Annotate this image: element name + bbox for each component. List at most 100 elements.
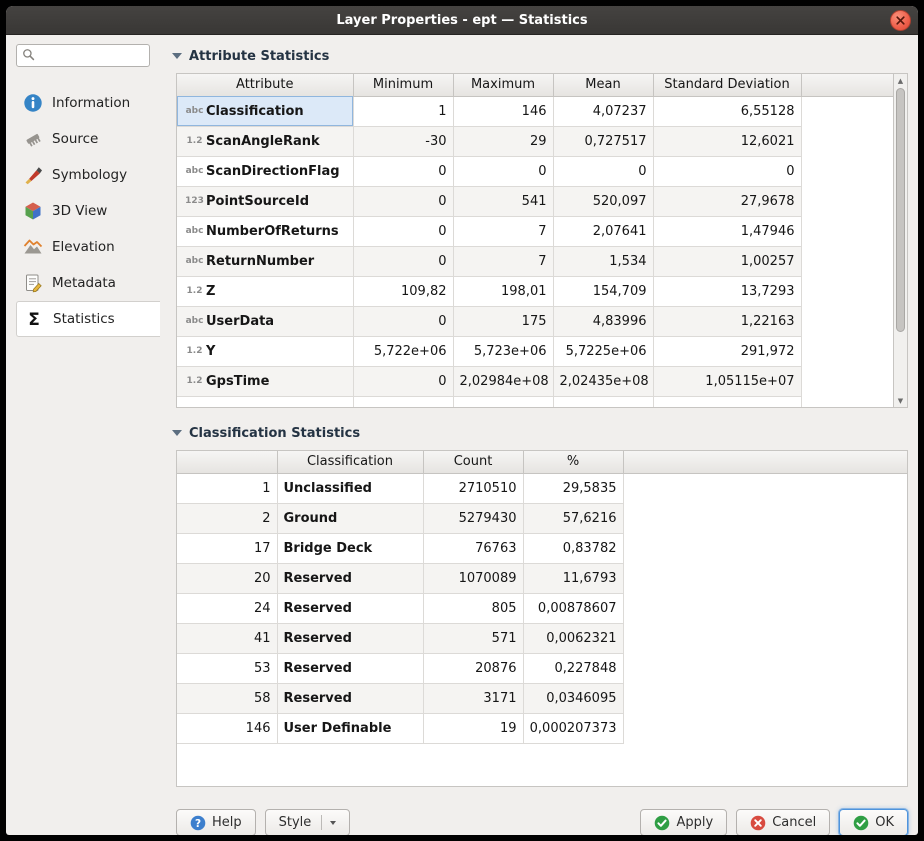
class-name-cell[interactable]: Ground (277, 503, 423, 533)
stat-value-cell[interactable]: 0 (353, 246, 453, 276)
stat-value-cell[interactable]: 1,47946 (653, 216, 801, 246)
stat-value-cell[interactable]: 2,07641 (553, 216, 653, 246)
stat-value-cell[interactable]: 1,22163 (653, 306, 801, 336)
cancel-button[interactable]: Cancel (736, 809, 830, 835)
stat-value-cell[interactable]: 0 (353, 156, 453, 186)
sidebar-item-metadata[interactable]: Metadata (16, 265, 160, 301)
class-percent-cell[interactable]: 57,6216 (523, 503, 623, 533)
stat-value-cell[interactable]: 7 (453, 216, 553, 246)
class-code-cell[interactable]: 20 (177, 563, 277, 593)
stat-value-cell[interactable]: 2,02984e+08 (453, 366, 553, 396)
stat-value-cell[interactable]: 5,7225e+06 (553, 336, 653, 366)
attribute-cell[interactable]: 1.2ScanAngleRank (177, 126, 353, 156)
stat-value-cell[interactable]: 5,722e+06 (353, 336, 453, 366)
class-name-cell[interactable]: User Definable (277, 713, 423, 743)
stat-value-cell[interactable]: 198,01 (453, 276, 553, 306)
stat-value-cell[interactable]: 7 (453, 246, 553, 276)
stat-value-cell[interactable]: 1,534 (553, 246, 653, 276)
class-code-cell[interactable]: 58 (177, 683, 277, 713)
stat-value-cell[interactable]: 0 (353, 306, 453, 336)
stat-value-cell[interactable]: 0 (353, 216, 453, 246)
stat-value-cell[interactable]: 175 (453, 306, 553, 336)
column-header-count[interactable]: Count (423, 451, 523, 473)
search-box[interactable] (16, 44, 150, 67)
column-header-classification[interactable]: Classification (277, 451, 423, 473)
sidebar-item-3d-view[interactable]: 3D View (16, 193, 160, 229)
class-name-cell[interactable]: Bridge Deck (277, 533, 423, 563)
scroll-up-icon[interactable]: ▲ (894, 74, 907, 87)
class-count-cell[interactable]: 3171 (423, 683, 523, 713)
class-name-cell[interactable]: Reserved (277, 593, 423, 623)
stat-value-cell[interactable]: 2,02435e+08 (553, 366, 653, 396)
stat-value-cell[interactable]: 29 (453, 126, 553, 156)
stat-value-cell[interactable]: 541 (453, 186, 553, 216)
titlebar[interactable]: Layer Properties - ept — Statistics (6, 6, 918, 35)
stat-value-cell[interactable]: 291,972 (653, 336, 801, 366)
class-percent-cell[interactable]: 0,00878607 (523, 593, 623, 623)
sidebar-item-source[interactable]: Source (16, 121, 160, 157)
search-input[interactable] (39, 49, 144, 63)
class-name-cell[interactable]: Reserved (277, 683, 423, 713)
ok-button[interactable]: OK (839, 809, 908, 835)
sidebar-item-symbology[interactable]: Symbology (16, 157, 160, 193)
sidebar-item-information[interactable]: Information (16, 85, 160, 121)
class-count-cell[interactable]: 19 (423, 713, 523, 743)
class-code-cell[interactable]: 17 (177, 533, 277, 563)
class-code-cell[interactable]: 146 (177, 713, 277, 743)
scroll-down-icon[interactable]: ▼ (894, 394, 907, 407)
column-header-percent[interactable]: % (523, 451, 623, 473)
class-count-cell[interactable]: 571 (423, 623, 523, 653)
stat-value-cell[interactable]: 0 (353, 186, 453, 216)
stat-value-cell[interactable]: 6,55128 (653, 96, 801, 126)
attribute-cell[interactable]: abcScanDirectionFlag (177, 156, 353, 186)
class-count-cell[interactable]: 5279430 (423, 503, 523, 533)
collapse-icon[interactable] (172, 430, 182, 436)
stat-value-cell[interactable]: 520,097 (553, 186, 653, 216)
stat-value-cell[interactable]: 12,6021 (653, 126, 801, 156)
stat-value-cell[interactable]: -30 (353, 126, 453, 156)
class-code-cell[interactable]: 41 (177, 623, 277, 653)
class-percent-cell[interactable]: 0,83782 (523, 533, 623, 563)
class-percent-cell[interactable]: 0,227848 (523, 653, 623, 683)
class-count-cell[interactable]: 76763 (423, 533, 523, 563)
class-count-cell[interactable]: 805 (423, 593, 523, 623)
attribute-cell[interactable]: abcReturnNumber (177, 246, 353, 276)
class-code-cell[interactable]: 1 (177, 473, 277, 503)
stat-value-cell[interactable]: 0 (553, 156, 653, 186)
help-button[interactable]: ? Help (176, 809, 256, 835)
stat-value-cell[interactable]: 0 (353, 366, 453, 396)
stat-value-cell[interactable]: 1,00257 (653, 246, 801, 276)
stat-value-cell[interactable]: 4,83996 (553, 306, 653, 336)
stat-value-cell[interactable]: 27,9678 (653, 186, 801, 216)
class-percent-cell[interactable]: 0,000207373 (523, 713, 623, 743)
sidebar-item-statistics[interactable]: ΣStatistics (16, 301, 160, 337)
attribute-cell[interactable]: 1.2Z (177, 276, 353, 306)
column-header-blank[interactable] (177, 451, 277, 473)
class-name-cell[interactable]: Unclassified (277, 473, 423, 503)
attribute-cell[interactable]: 1.2Y (177, 336, 353, 366)
class-percent-cell[interactable]: 0,0062321 (523, 623, 623, 653)
column-header-attribute[interactable]: Attribute (177, 74, 353, 96)
stat-value-cell[interactable]: 0,727517 (553, 126, 653, 156)
column-header-standard-deviation[interactable]: Standard Deviation (653, 74, 801, 96)
apply-button[interactable]: Apply (640, 809, 727, 835)
stat-value-cell[interactable]: 0 (653, 156, 801, 186)
class-code-cell[interactable]: 24 (177, 593, 277, 623)
class-count-cell[interactable]: 20876 (423, 653, 523, 683)
attribute-cell[interactable]: abcUserData (177, 306, 353, 336)
class-name-cell[interactable]: Reserved (277, 563, 423, 593)
column-header-mean[interactable]: Mean (553, 74, 653, 96)
class-count-cell[interactable]: 1070089 (423, 563, 523, 593)
sidebar-item-elevation[interactable]: Elevation (16, 229, 160, 265)
vertical-scrollbar[interactable]: ▲ ▼ (893, 74, 907, 407)
attribute-cell[interactable]: abcClassification (177, 96, 353, 126)
stat-value-cell[interactable]: 109,82 (353, 276, 453, 306)
close-button[interactable] (890, 10, 911, 31)
attribute-cell[interactable]: 123PointSourceId (177, 186, 353, 216)
style-button[interactable]: Style (265, 809, 351, 835)
scrollbar-thumb[interactable] (896, 88, 905, 332)
attribute-cell[interactable]: 1.2GpsTime (177, 366, 353, 396)
class-name-cell[interactable]: Reserved (277, 623, 423, 653)
stat-value-cell[interactable]: 0 (453, 156, 553, 186)
stat-value-cell[interactable]: 5,723e+06 (453, 336, 553, 366)
